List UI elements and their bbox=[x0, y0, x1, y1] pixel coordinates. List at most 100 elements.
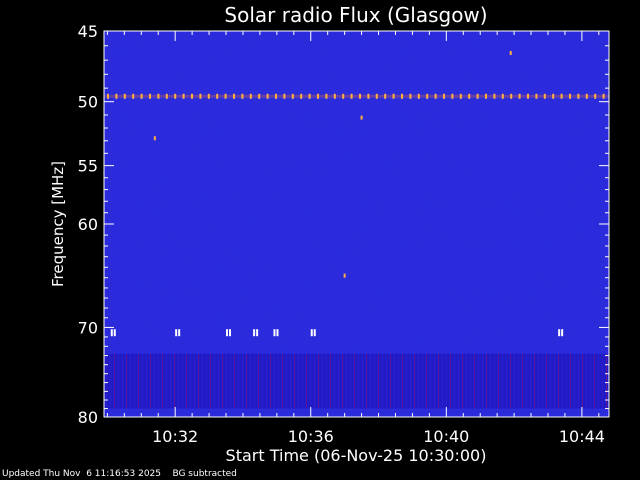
low-band-stripe bbox=[282, 353, 283, 409]
low-band-stripe bbox=[322, 353, 323, 409]
low-band-stripe bbox=[382, 353, 383, 409]
low-band-stripe bbox=[234, 353, 235, 409]
low-band-stripe bbox=[302, 353, 303, 409]
low-band-stripe bbox=[338, 353, 339, 409]
low-band-stripe bbox=[598, 353, 599, 409]
low-band-stripe bbox=[142, 353, 143, 409]
interference-dash bbox=[115, 93, 118, 99]
interference-dash bbox=[140, 93, 143, 99]
interference-dash bbox=[207, 93, 210, 99]
interference-dash bbox=[149, 93, 151, 99]
low-band-stripe bbox=[558, 353, 559, 409]
low-band-stripe bbox=[454, 353, 455, 409]
low-band-stripe bbox=[190, 353, 191, 409]
low-band-stripe bbox=[242, 353, 243, 409]
interference-dash bbox=[417, 93, 420, 99]
low-band-stripe bbox=[482, 353, 483, 409]
interference-dash bbox=[333, 93, 336, 99]
low-band-stripe bbox=[166, 353, 167, 409]
low-band-stripe bbox=[246, 353, 247, 409]
low-band-stripe bbox=[510, 353, 511, 409]
low-band-stripe bbox=[474, 353, 475, 409]
low-band-stripe bbox=[394, 353, 395, 409]
interference-dash bbox=[577, 93, 580, 99]
low-band-stripe bbox=[418, 353, 419, 409]
y-tick-label: 50 bbox=[78, 93, 98, 112]
low-band-stripe bbox=[186, 353, 187, 409]
interference-dash bbox=[375, 93, 378, 99]
low-band-stripe bbox=[486, 353, 487, 409]
x-tick-label: 10:40 bbox=[423, 427, 469, 446]
interference-dash bbox=[123, 93, 126, 99]
low-band-stripe bbox=[490, 353, 491, 409]
low-band-stripe bbox=[158, 353, 159, 409]
low-band-stripe bbox=[350, 353, 351, 409]
low-band-stripe bbox=[554, 353, 555, 409]
low-band-stripe bbox=[498, 353, 499, 409]
low-band-stripe bbox=[354, 353, 355, 409]
low-band-stripe bbox=[426, 353, 427, 409]
interference-spot bbox=[360, 115, 363, 120]
low-band-stripe bbox=[162, 353, 163, 409]
low-band-stripe bbox=[214, 353, 215, 409]
low-band-stripe bbox=[222, 353, 223, 409]
interference-dash bbox=[527, 93, 529, 99]
interference-dash bbox=[560, 93, 563, 99]
burst-mark bbox=[178, 329, 181, 337]
low-band-stripe bbox=[210, 353, 211, 409]
interference-dash bbox=[157, 93, 160, 99]
low-band-stripe bbox=[114, 353, 115, 409]
low-band-stripe bbox=[330, 353, 331, 409]
interference-dash bbox=[543, 93, 546, 99]
interference-spot bbox=[153, 136, 156, 141]
x-axis-label: Start Time (06-Nov-25 10:30:00) bbox=[226, 446, 487, 465]
low-band-stripe bbox=[462, 353, 463, 409]
low-band-stripe bbox=[318, 353, 319, 409]
burst-mark bbox=[113, 329, 116, 337]
interference-dash bbox=[501, 93, 504, 99]
y-tick-label: 55 bbox=[78, 157, 98, 176]
interference-dash bbox=[350, 93, 353, 99]
low-band-stripe bbox=[206, 353, 207, 409]
low-band-stripe bbox=[470, 353, 471, 409]
footer-status: Updated Thu Nov 6 11:16:53 2025 BG subtr… bbox=[2, 469, 237, 480]
low-band-stripe bbox=[438, 353, 439, 409]
low-band-stripe bbox=[370, 353, 371, 409]
low-band-stripe bbox=[514, 353, 515, 409]
low-band-stripe bbox=[266, 353, 267, 409]
interference-dash bbox=[552, 93, 555, 99]
low-band-stripe bbox=[366, 353, 367, 409]
interference-dash bbox=[367, 93, 370, 99]
updated-timestamp: Updated Thu Nov 6 11:16:53 2025 bbox=[2, 469, 161, 479]
low-band-stripe bbox=[538, 353, 539, 409]
low-band-stripe bbox=[138, 353, 139, 409]
low-band-stripe bbox=[574, 353, 575, 409]
low-band-stripe bbox=[294, 353, 295, 409]
interference-dash bbox=[191, 93, 193, 99]
burst-mark bbox=[226, 329, 229, 337]
x-tick-label: 10:44 bbox=[559, 427, 605, 446]
interference-dash bbox=[384, 93, 387, 99]
interference-dash bbox=[241, 93, 244, 99]
low-band-stripe bbox=[414, 353, 415, 409]
interference-dash bbox=[518, 93, 521, 99]
y-axis-label: Frequency [MHz] bbox=[49, 161, 67, 287]
low-band-stripe bbox=[154, 353, 155, 409]
chart-title: Solar radio Flux (Glasgow) bbox=[224, 3, 487, 27]
y-tick-label: 80 bbox=[78, 408, 98, 427]
low-band-stripe bbox=[422, 353, 423, 409]
low-band-stripe bbox=[402, 353, 403, 409]
low-band-stripe bbox=[526, 353, 527, 409]
y-tick-label: 60 bbox=[78, 215, 98, 234]
low-band-stripe bbox=[566, 353, 567, 409]
interference-dash bbox=[325, 93, 328, 99]
low-band-stripe bbox=[290, 353, 291, 409]
interference-dash bbox=[459, 93, 462, 99]
low-band-stripe bbox=[306, 353, 307, 409]
interference-dash bbox=[401, 93, 403, 99]
burst-mark bbox=[276, 329, 279, 337]
low-band-stripe bbox=[334, 353, 335, 409]
interference-dash bbox=[308, 93, 311, 99]
interference-dash bbox=[485, 93, 487, 99]
low-band-stripe bbox=[134, 353, 135, 409]
